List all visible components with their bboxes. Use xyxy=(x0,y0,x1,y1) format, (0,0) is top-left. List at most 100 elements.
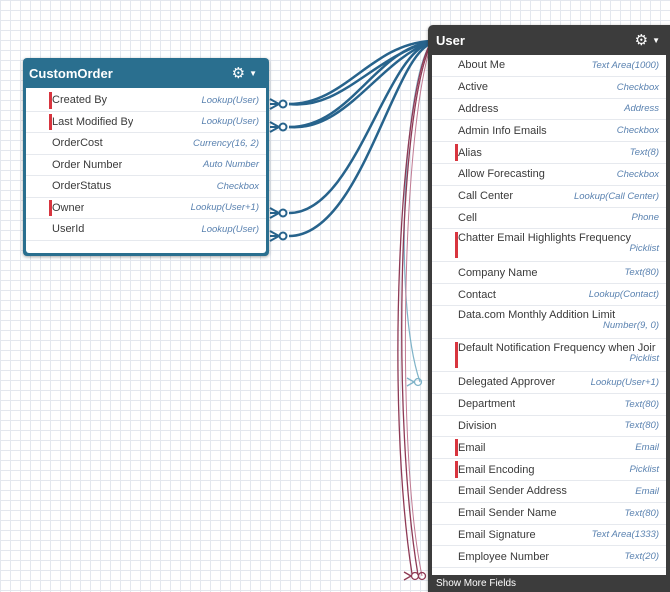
field-name: UserId xyxy=(52,223,85,236)
user-title: User xyxy=(436,32,465,48)
field-row[interactable]: Admin Info Emails Checkbox xyxy=(432,120,666,143)
custom-order-header[interactable]: CustomOrder ⚙ ▼ xyxy=(23,58,269,88)
field-type: Auto Number xyxy=(203,159,259,171)
relationship-line-extra-1 xyxy=(288,39,431,106)
field-row[interactable]: Order Number Auto Number xyxy=(26,155,266,176)
field-name: Company Name xyxy=(458,266,538,279)
field-type: Checkbox xyxy=(616,168,659,180)
crows-foot-icon xyxy=(403,377,427,581)
field-name: Admin Info Emails xyxy=(458,124,547,137)
field-name: Order Number xyxy=(52,158,123,171)
show-more-fields-link[interactable]: Show More Fields xyxy=(436,575,516,592)
field-row[interactable]: Call Center Lookup(Call Center) xyxy=(432,186,666,208)
field-row[interactable]: Email Encoding Picklist xyxy=(432,459,666,481)
required-marker xyxy=(455,144,458,161)
field-row[interactable]: OrderStatus Checkbox xyxy=(26,176,266,198)
field-name: Active xyxy=(458,81,488,94)
required-marker xyxy=(49,113,52,130)
field-name: Alias xyxy=(458,146,482,159)
field-name: Email Sender Name xyxy=(458,507,557,520)
field-name: Email Signature xyxy=(458,528,536,541)
required-marker xyxy=(455,232,458,259)
self-lookup-line-manager-c xyxy=(404,47,431,577)
user-settings-button[interactable]: ⚙ ▼ xyxy=(635,31,660,49)
field-row[interactable]: Delegated Approver Lookup(User+1) xyxy=(432,372,666,394)
field-row[interactable]: Alias Text(8) xyxy=(432,142,666,164)
field-type: Text(20) xyxy=(624,551,660,563)
field-type: Lookup(User) xyxy=(201,223,259,235)
field-name: Department xyxy=(458,398,516,411)
field-type: Text Area(1000) xyxy=(591,59,659,71)
field-type: Currency(16, 2) xyxy=(193,137,259,149)
field-row[interactable]: Owner Lookup(User+1) xyxy=(26,198,266,219)
field-row[interactable]: Created By Lookup(User) xyxy=(26,90,266,112)
relationship-line-created-by xyxy=(288,39,431,106)
field-name: Division xyxy=(458,419,497,432)
field-row[interactable]: Default Notification Frequency when Joir… xyxy=(432,339,666,372)
field-row[interactable]: Chatter Email Highlights Frequency Pickli… xyxy=(432,229,666,263)
field-row[interactable]: Department Text(80) xyxy=(432,394,666,416)
crows-foot-icon xyxy=(269,98,288,242)
field-row[interactable]: Last Modified By Lookup(User) xyxy=(26,112,266,133)
self-lookup-line-delegated xyxy=(403,44,431,383)
field-row[interactable]: Employee Number Text(20) xyxy=(432,546,666,569)
field-type: Text Area(1333) xyxy=(591,529,659,541)
field-type: Text(80) xyxy=(624,267,660,279)
relationship-line-owner xyxy=(288,41,431,215)
field-row[interactable]: Address Address xyxy=(432,99,666,121)
field-name: Owner xyxy=(52,201,85,214)
field-row[interactable]: Contact Lookup(Contact) xyxy=(432,284,666,306)
field-row[interactable]: Active Checkbox xyxy=(432,77,666,99)
field-row[interactable]: Division Text(80) xyxy=(432,416,666,438)
field-row[interactable]: Email Sender Address Email xyxy=(432,481,666,503)
field-type: Lookup(Contact) xyxy=(588,289,659,301)
field-type: Checkbox xyxy=(216,180,259,192)
field-row[interactable]: Cell Phone xyxy=(432,208,666,230)
field-name: Cell xyxy=(458,211,477,224)
field-type: Text(80) xyxy=(624,398,660,410)
field-row[interactable]: OrderCost Currency(16, 2) xyxy=(26,133,266,155)
gear-icon: ⚙ xyxy=(231,65,246,82)
field-type: Picklist xyxy=(629,243,659,255)
field-row[interactable]: Company Name Text(80) xyxy=(432,262,666,285)
field-type: Number(9, 0) xyxy=(603,319,659,331)
custom-order-object[interactable]: CustomOrder ⚙ ▼ Created By Lookup(User) La… xyxy=(23,58,269,256)
field-row[interactable]: Email Sender Name Text(80) xyxy=(432,503,666,525)
field-row[interactable]: About Me Text Area(1000) xyxy=(432,55,666,77)
field-row[interactable]: Data.com Monthly Addition Limit Number(9,… xyxy=(432,306,666,339)
user-object[interactable]: User ⚙ ▼ About Me Text Area(1000) Active Ch… xyxy=(428,25,670,592)
field-type: Checkbox xyxy=(616,125,659,137)
field-name: OrderCost xyxy=(52,137,103,150)
field-type: Text(80) xyxy=(624,420,660,432)
field-type: Address xyxy=(624,103,659,115)
required-marker xyxy=(49,92,52,109)
user-field-list: About Me Text Area(1000) Active Checkbox Add… xyxy=(432,55,666,575)
field-name: Email Encoding xyxy=(458,463,535,476)
custom-order-field-list: Created By Lookup(User) Last Modified By Lo… xyxy=(26,88,266,253)
field-type: Checkbox xyxy=(616,81,659,93)
field-type: Picklist xyxy=(629,352,659,364)
field-type: Text(8) xyxy=(629,147,659,159)
field-row[interactable]: Allow Forecasting Checkbox xyxy=(432,164,666,186)
field-name: About Me xyxy=(458,59,506,72)
relationship-line-user-id xyxy=(288,42,431,238)
self-lookup-line-manager-a xyxy=(397,43,431,575)
field-name: Employee Number xyxy=(458,550,550,563)
field-row[interactable]: Email Signature Text Area(1333) xyxy=(432,525,666,547)
user-header[interactable]: User ⚙ ▼ xyxy=(428,25,670,55)
field-row[interactable]: Email Email xyxy=(432,437,666,460)
field-type: Picklist xyxy=(629,464,659,476)
field-type: Lookup(User+1) xyxy=(190,202,259,214)
field-type: Email xyxy=(635,485,659,497)
required-marker xyxy=(49,199,52,216)
field-name: Delegated Approver xyxy=(458,376,556,389)
field-type: Lookup(User) xyxy=(201,94,259,106)
field-name: Allow Forecasting xyxy=(458,168,545,181)
field-name: Address xyxy=(458,102,499,115)
field-name: OrderStatus xyxy=(52,180,112,193)
field-type: Phone xyxy=(631,212,659,224)
field-row[interactable]: UserId Lookup(User) xyxy=(26,219,266,241)
chevron-down-icon: ▼ xyxy=(652,35,660,45)
relationship-line-last-modified-by xyxy=(288,40,431,129)
custom-order-settings-button[interactable]: ⚙ ▼ xyxy=(232,64,257,82)
